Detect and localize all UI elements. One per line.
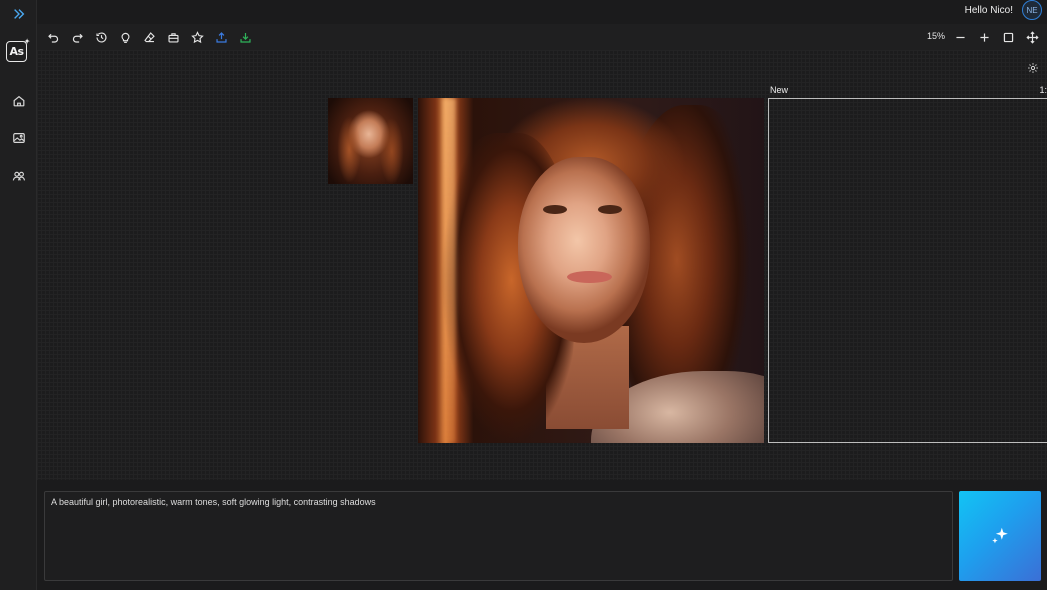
zoom-out-button[interactable] [951, 28, 969, 46]
users-icon [12, 171, 25, 181]
undo-button[interactable] [44, 28, 62, 46]
prompt-panel: A beautiful girl, photorealistic, warm t… [37, 480, 1047, 590]
image-icon [12, 133, 25, 143]
upload-button[interactable] [212, 28, 230, 46]
zoom-in-button[interactable] [975, 28, 993, 46]
reference-image-thumbnail[interactable] [328, 98, 413, 184]
top-bar: Hello Nico! NE [37, 0, 1047, 22]
upload-icon [215, 31, 227, 43]
history-icon [95, 31, 107, 43]
prompt-input[interactable]: A beautiful girl, photorealistic, warm t… [44, 491, 953, 581]
canvas-settings-button[interactable] [1025, 60, 1041, 76]
download-icon [239, 32, 251, 43]
zoom-level: 15% [926, 31, 945, 41]
new-image-frame[interactable] [768, 98, 1047, 443]
toolbox-button[interactable] [164, 28, 182, 46]
sidebar-item-community[interactable] [0, 164, 37, 188]
new-frame-ratio: 1: [1039, 85, 1047, 95]
lightbulb-icon [121, 32, 129, 43]
plus-icon [979, 32, 989, 42]
sidebar-item-gallery[interactable] [0, 126, 37, 150]
square-icon [1003, 32, 1013, 42]
favorite-button[interactable] [188, 28, 206, 46]
sparkle-icon: ✦ [23, 37, 31, 46]
editor-canvas[interactable]: New 1: [37, 50, 1047, 480]
gear-icon [1028, 63, 1038, 73]
chevrons-right-icon [13, 9, 24, 19]
editor-toolbar: 15% [37, 24, 1047, 50]
greeting-text: Hello Nico! [964, 5, 1013, 16]
idea-button[interactable] [116, 28, 134, 46]
undo-icon [47, 33, 58, 43]
generate-button[interactable] [959, 491, 1041, 581]
app-logo[interactable]: As ✦ [6, 37, 31, 62]
home-icon [13, 95, 24, 107]
generated-portrait-image[interactable] [418, 98, 764, 443]
sparkles-icon [992, 527, 1008, 544]
fit-to-screen-button[interactable] [999, 28, 1017, 46]
new-frame-label: New [770, 85, 789, 95]
eraser-button[interactable] [140, 28, 158, 46]
logo-text: As [9, 45, 24, 58]
download-button[interactable] [236, 28, 254, 46]
eraser-icon [143, 31, 155, 42]
pan-button[interactable] [1023, 28, 1041, 46]
minus-icon [955, 36, 965, 38]
avatar[interactable]: NE [1022, 0, 1042, 20]
redo-icon [72, 33, 83, 43]
sidebar-item-home[interactable] [0, 89, 37, 113]
expand-sidebar-button[interactable] [0, 2, 37, 26]
redo-button[interactable] [68, 28, 86, 46]
star-icon [190, 30, 204, 43]
move-icon [1025, 30, 1039, 44]
history-button[interactable] [92, 28, 110, 46]
toolbox-icon [167, 32, 179, 43]
avatar-initials: NE [1026, 5, 1038, 15]
left-sidebar: As ✦ [0, 0, 37, 590]
